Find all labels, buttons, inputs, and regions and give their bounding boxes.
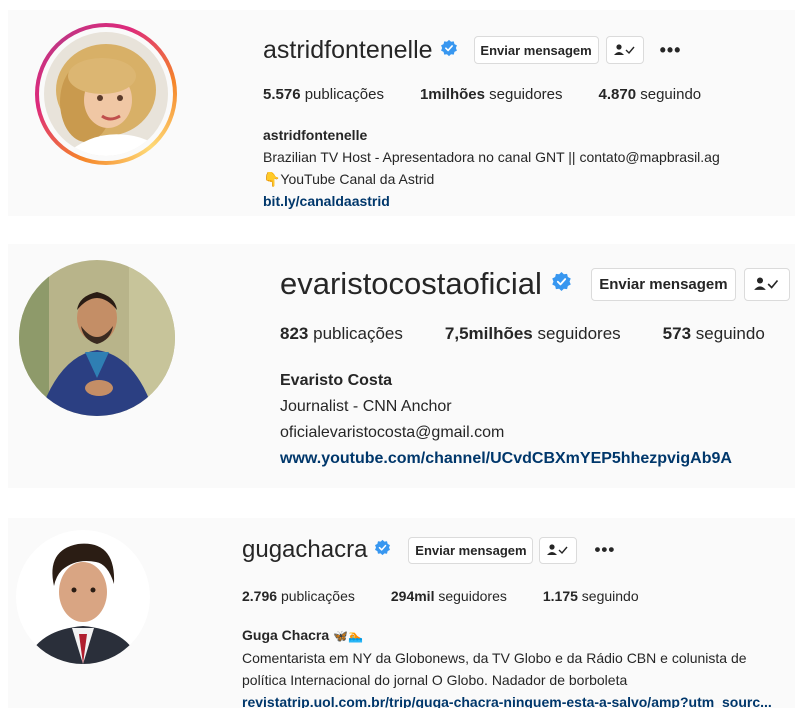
name-emoji: 🦋🏊 — [333, 629, 363, 643]
username: evaristocostaoficial — [280, 266, 542, 301]
posts-count[interactable]: 5.576 publicações — [263, 86, 384, 103]
verified-badge-icon — [440, 39, 458, 62]
followers-count[interactable]: 1milhões seguidores — [420, 86, 563, 103]
bio-link[interactable]: www.youtube.com/channel/UCvdCBXmYEP5hhez… — [280, 446, 732, 472]
followers-count[interactable]: 7,5milhões seguidores — [445, 324, 621, 344]
full-name: Evaristo Costa — [280, 372, 393, 389]
bio-line: Comentarista em NY da Globonews, da TV G… — [242, 650, 747, 666]
bio-line: 👇YouTube Canal da Astrid — [263, 171, 435, 187]
profile-card-astridfontenelle: astridfontenelle Enviar mensagem ••• 5.5… — [8, 10, 795, 216]
more-options-icon[interactable]: ••• — [594, 540, 615, 560]
following-dropdown-button[interactable] — [743, 267, 790, 301]
bio-link[interactable]: revistatrip.uol.com.br/trip/guga-chacra-… — [242, 691, 772, 708]
follow-check-icon — [754, 277, 779, 290]
follow-check-icon — [547, 544, 568, 555]
bio-line: política Internacional do jornal O Globo… — [242, 672, 628, 688]
avatar[interactable] — [44, 32, 168, 156]
verified-badge-icon — [374, 539, 391, 561]
following-dropdown-button[interactable] — [539, 536, 578, 564]
bio-link[interactable]: bit.ly/canaldaastrid — [263, 190, 720, 212]
avatar-photo — [44, 32, 168, 156]
following-count[interactable]: 4.870 seguindo — [599, 86, 702, 103]
avatar[interactable] — [16, 530, 150, 664]
bio-line: Journalist - CNN Anchor — [280, 398, 452, 415]
full-name: astridfontenelle — [263, 127, 368, 143]
following-dropdown-button[interactable] — [605, 36, 644, 64]
message-button[interactable]: Enviar mensagem — [590, 267, 736, 301]
follow-check-icon — [613, 44, 635, 55]
avatar[interactable] — [19, 260, 175, 416]
bio-line: oficialevaristocosta@gmail.com — [280, 424, 505, 441]
avatar-photo — [16, 530, 150, 664]
bio: astridfontenelle Brazilian TV Host - Apr… — [263, 124, 720, 212]
posts-count[interactable]: 823 publicações — [280, 324, 403, 344]
avatar-photo — [19, 260, 175, 416]
bio-line: Brazilian TV Host - Apresentadora no can… — [263, 149, 720, 165]
verified-badge-icon — [551, 271, 572, 297]
followers-count[interactable]: 294mil seguidores — [391, 588, 507, 604]
profile-card-evaristocostaoficial: evaristocostaoficial Enviar mensagem •••… — [8, 244, 795, 488]
bio: Guga Chacra 🦋🏊 Comentarista em NY da Glo… — [242, 624, 772, 708]
full-name: Guga Chacra — [242, 627, 330, 643]
username: astridfontenelle — [263, 35, 433, 64]
profile-card-gugachacra: gugachacra Enviar mensagem ••• 2.796 pub… — [8, 518, 795, 708]
posts-count[interactable]: 2.796 publicações — [242, 588, 355, 604]
following-count[interactable]: 573 seguindo — [663, 324, 765, 344]
username: gugachacra — [242, 536, 368, 563]
following-count[interactable]: 1.175 seguindo — [543, 588, 639, 604]
bio: Evaristo Costa Journalist - CNN Anchor o… — [280, 368, 732, 472]
message-button[interactable]: Enviar mensagem — [473, 36, 599, 64]
more-options-icon[interactable]: ••• — [660, 40, 682, 61]
message-button[interactable]: Enviar mensagem — [408, 536, 534, 564]
